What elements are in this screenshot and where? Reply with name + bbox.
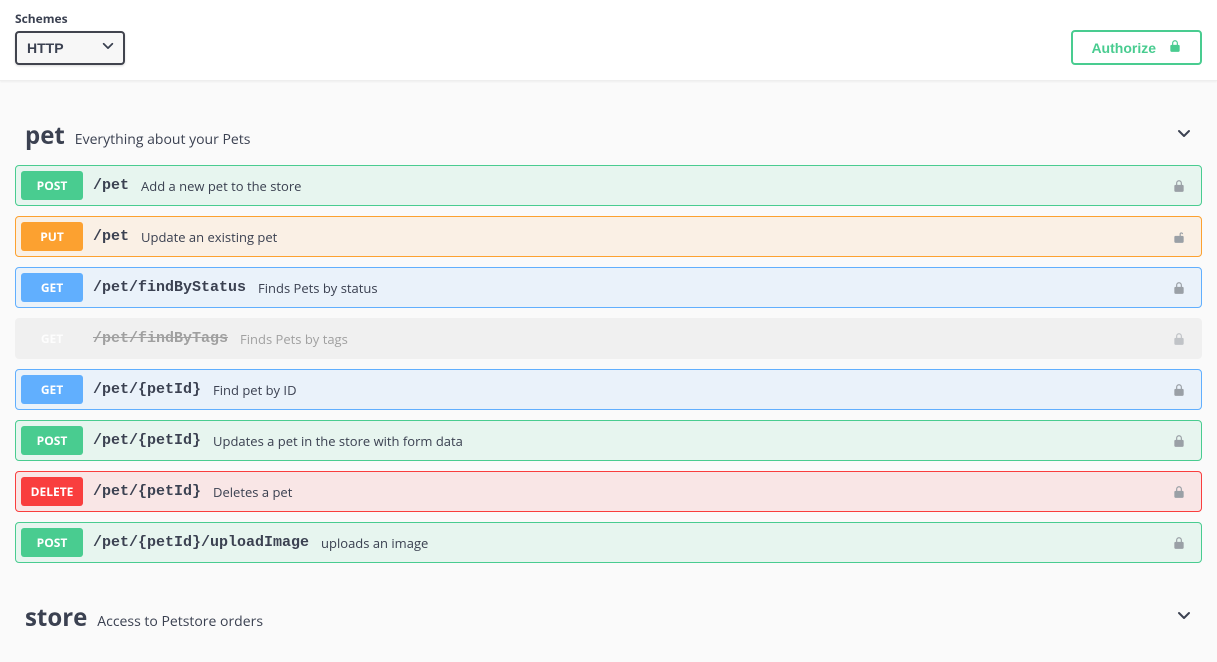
lock-icon[interactable] bbox=[1172, 485, 1186, 499]
tag-operations-pet: POST/pet Add a new pet to the store PUT/pe… bbox=[15, 165, 1202, 563]
authorize-button[interactable]: Authorize bbox=[1071, 30, 1202, 65]
operation-row[interactable]: GET/pet/findByTags Finds Pets by tags bbox=[15, 318, 1202, 359]
operation-path: /pet/{petId} bbox=[93, 432, 201, 449]
operation-path: /pet bbox=[93, 228, 129, 245]
schemes-select[interactable]: HTTP bbox=[15, 31, 125, 65]
schemes-label: Schemes bbox=[15, 10, 125, 27]
method-badge: DELETE bbox=[21, 477, 83, 506]
top-bar: Schemes HTTP Authorize bbox=[0, 0, 1217, 81]
operation-summary: uploads an image bbox=[321, 534, 428, 552]
lock-icon[interactable] bbox=[1172, 179, 1186, 193]
lock-icon[interactable] bbox=[1172, 281, 1186, 295]
operation-summary: Deletes a pet bbox=[213, 483, 292, 501]
operation-row[interactable]: POST/pet Add a new pet to the store bbox=[15, 165, 1202, 206]
method-badge: POST bbox=[21, 171, 83, 200]
operation-row[interactable]: PUT/pet Update an existing pet bbox=[15, 216, 1202, 257]
tag-name: pet bbox=[25, 119, 65, 152]
tag-header-left: store Access to Petstore orders bbox=[25, 601, 263, 634]
lock-icon[interactable] bbox=[1172, 383, 1186, 397]
lock-icon[interactable] bbox=[1172, 230, 1186, 244]
operation-summary: Finds Pets by status bbox=[258, 279, 378, 297]
method-badge: POST bbox=[21, 528, 83, 557]
lock-icon bbox=[1168, 39, 1182, 56]
operation-path: /pet/{petId} bbox=[93, 483, 201, 500]
operation-path: /pet/findByStatus bbox=[93, 279, 246, 296]
operation-row[interactable]: DELETE/pet/{petId} Deletes a pet bbox=[15, 471, 1202, 512]
operation-path: /pet/{petId} bbox=[93, 381, 201, 398]
method-badge: GET bbox=[21, 273, 83, 302]
tag-header-store[interactable]: store Access to Petstore orders bbox=[15, 593, 1202, 642]
operation-path: /pet bbox=[93, 177, 129, 194]
operation-summary: Updates a pet in the store with form dat… bbox=[213, 432, 463, 450]
tag-header-pet[interactable]: pet Everything about your Pets bbox=[15, 111, 1202, 160]
operation-row[interactable]: POST/pet/{petId}/uploadImage uploads an i… bbox=[15, 522, 1202, 563]
tag-header-left: pet Everything about your Pets bbox=[25, 119, 250, 152]
method-badge: GET bbox=[21, 324, 83, 353]
method-badge: PUT bbox=[21, 222, 83, 251]
operation-summary: Finds Pets by tags bbox=[240, 330, 348, 348]
operation-summary: Update an existing pet bbox=[141, 228, 277, 246]
chevron-down-icon bbox=[1176, 607, 1192, 628]
operation-row[interactable]: GET/pet/findByStatus Finds Pets by status bbox=[15, 267, 1202, 308]
operation-row[interactable]: GET/pet/{petId} Find pet by ID bbox=[15, 369, 1202, 410]
tag-name: store bbox=[25, 601, 87, 634]
method-badge: GET bbox=[21, 375, 83, 404]
tag-description: Everything about your Pets bbox=[75, 130, 251, 149]
operation-row[interactable]: POST/pet/{petId} Updates a pet in the sto… bbox=[15, 420, 1202, 461]
main: pet Everything about your Pets POST/pet Add… bbox=[0, 81, 1217, 662]
lock-icon[interactable] bbox=[1172, 536, 1186, 550]
schemes-box: Schemes HTTP bbox=[15, 10, 125, 65]
operation-summary: Add a new pet to the store bbox=[141, 177, 301, 195]
lock-icon[interactable] bbox=[1172, 434, 1186, 448]
operation-summary: Find pet by ID bbox=[213, 381, 296, 399]
authorize-label: Authorize bbox=[1091, 40, 1156, 56]
operation-path: /pet/findByTags bbox=[93, 330, 228, 347]
tag-description: Access to Petstore orders bbox=[97, 612, 263, 631]
operation-path: /pet/{petId}/uploadImage bbox=[93, 534, 309, 551]
lock-icon[interactable] bbox=[1172, 332, 1186, 346]
chevron-down-icon bbox=[1176, 125, 1192, 146]
method-badge: POST bbox=[21, 426, 83, 455]
